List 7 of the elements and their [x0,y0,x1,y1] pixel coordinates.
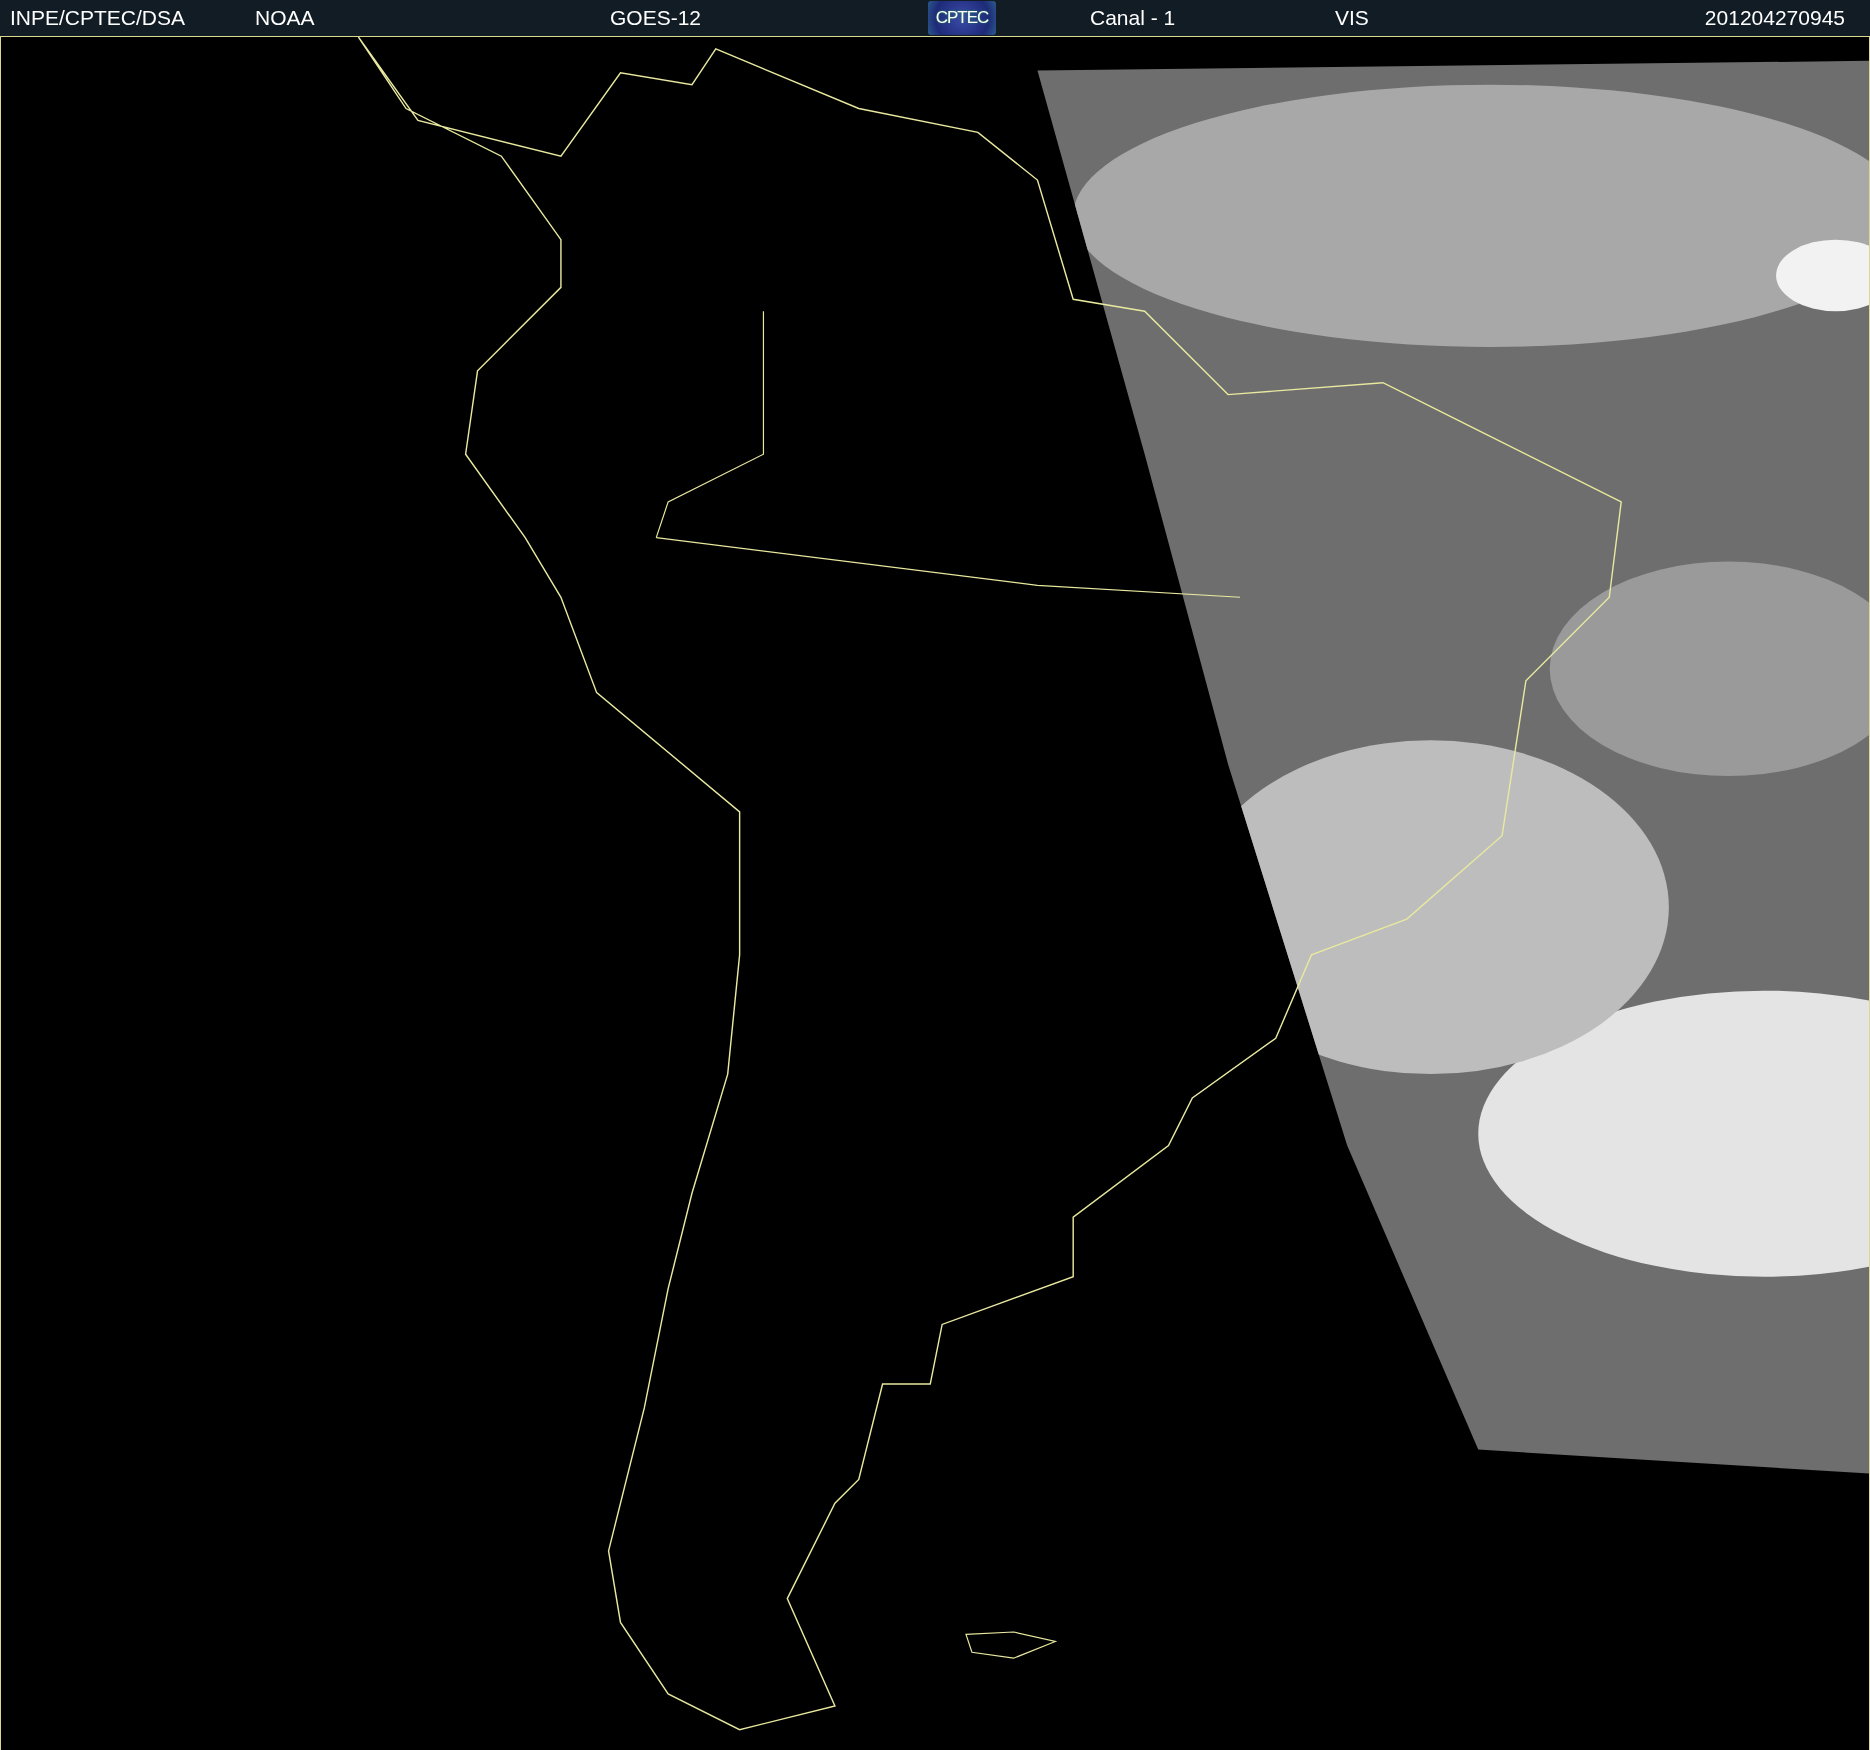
source-label: INPE/CPTEC/DSA [10,6,186,30]
agency-label: NOAA [255,6,315,30]
channel-label: Canal - 1 [1090,6,1176,30]
band-label: VIS [1335,6,1369,30]
satellite-label: GOES-12 [610,6,702,30]
timestamp-label: 201204270945 [1704,6,1845,30]
logo: CPTEC [928,1,996,35]
